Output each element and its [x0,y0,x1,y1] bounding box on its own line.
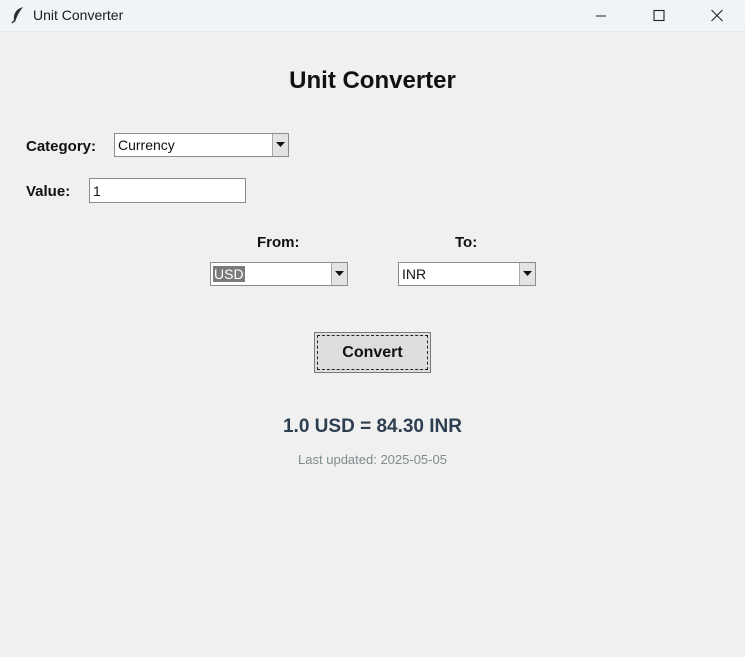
value-input[interactable]: 1 [89,178,246,203]
maximize-icon [653,9,665,22]
page-title: Unit Converter [289,67,456,94]
from-dropdown-arrow[interactable] [331,263,347,285]
window-title: Unit Converter [33,7,124,23]
last-updated-text: Last updated: 2025-05-05 [298,452,447,467]
chevron-down-icon [335,271,344,276]
to-unit-value: INR [402,266,427,282]
to-dropdown-arrow[interactable] [519,263,535,285]
chevron-down-icon [276,142,285,147]
conversion-result: 1.0 USD = 84.30 INR [282,416,462,437]
title-bar: Unit Converter [0,0,745,32]
from-unit-value: USD [213,266,245,282]
from-unit-dropdown[interactable]: USD [210,262,348,286]
minimize-button[interactable] [572,0,630,31]
value-input-text: 1 [93,183,101,199]
convert-button-label: Convert [342,344,403,361]
from-label: From: [257,234,300,251]
to-unit-dropdown[interactable]: INR [398,262,536,286]
maximize-button[interactable] [630,0,688,31]
category-value: Currency [118,137,175,153]
category-label: Category: [26,138,97,155]
to-label: To: [455,234,478,251]
category-dropdown[interactable]: Currency [114,133,289,157]
minimize-icon [596,15,606,17]
convert-button[interactable]: Convert [314,332,431,373]
feather-icon [10,6,26,24]
value-label: Value: [26,183,71,200]
close-button[interactable] [688,0,745,31]
category-dropdown-arrow[interactable] [272,134,288,156]
close-icon [711,9,723,22]
chevron-down-icon [523,271,532,276]
